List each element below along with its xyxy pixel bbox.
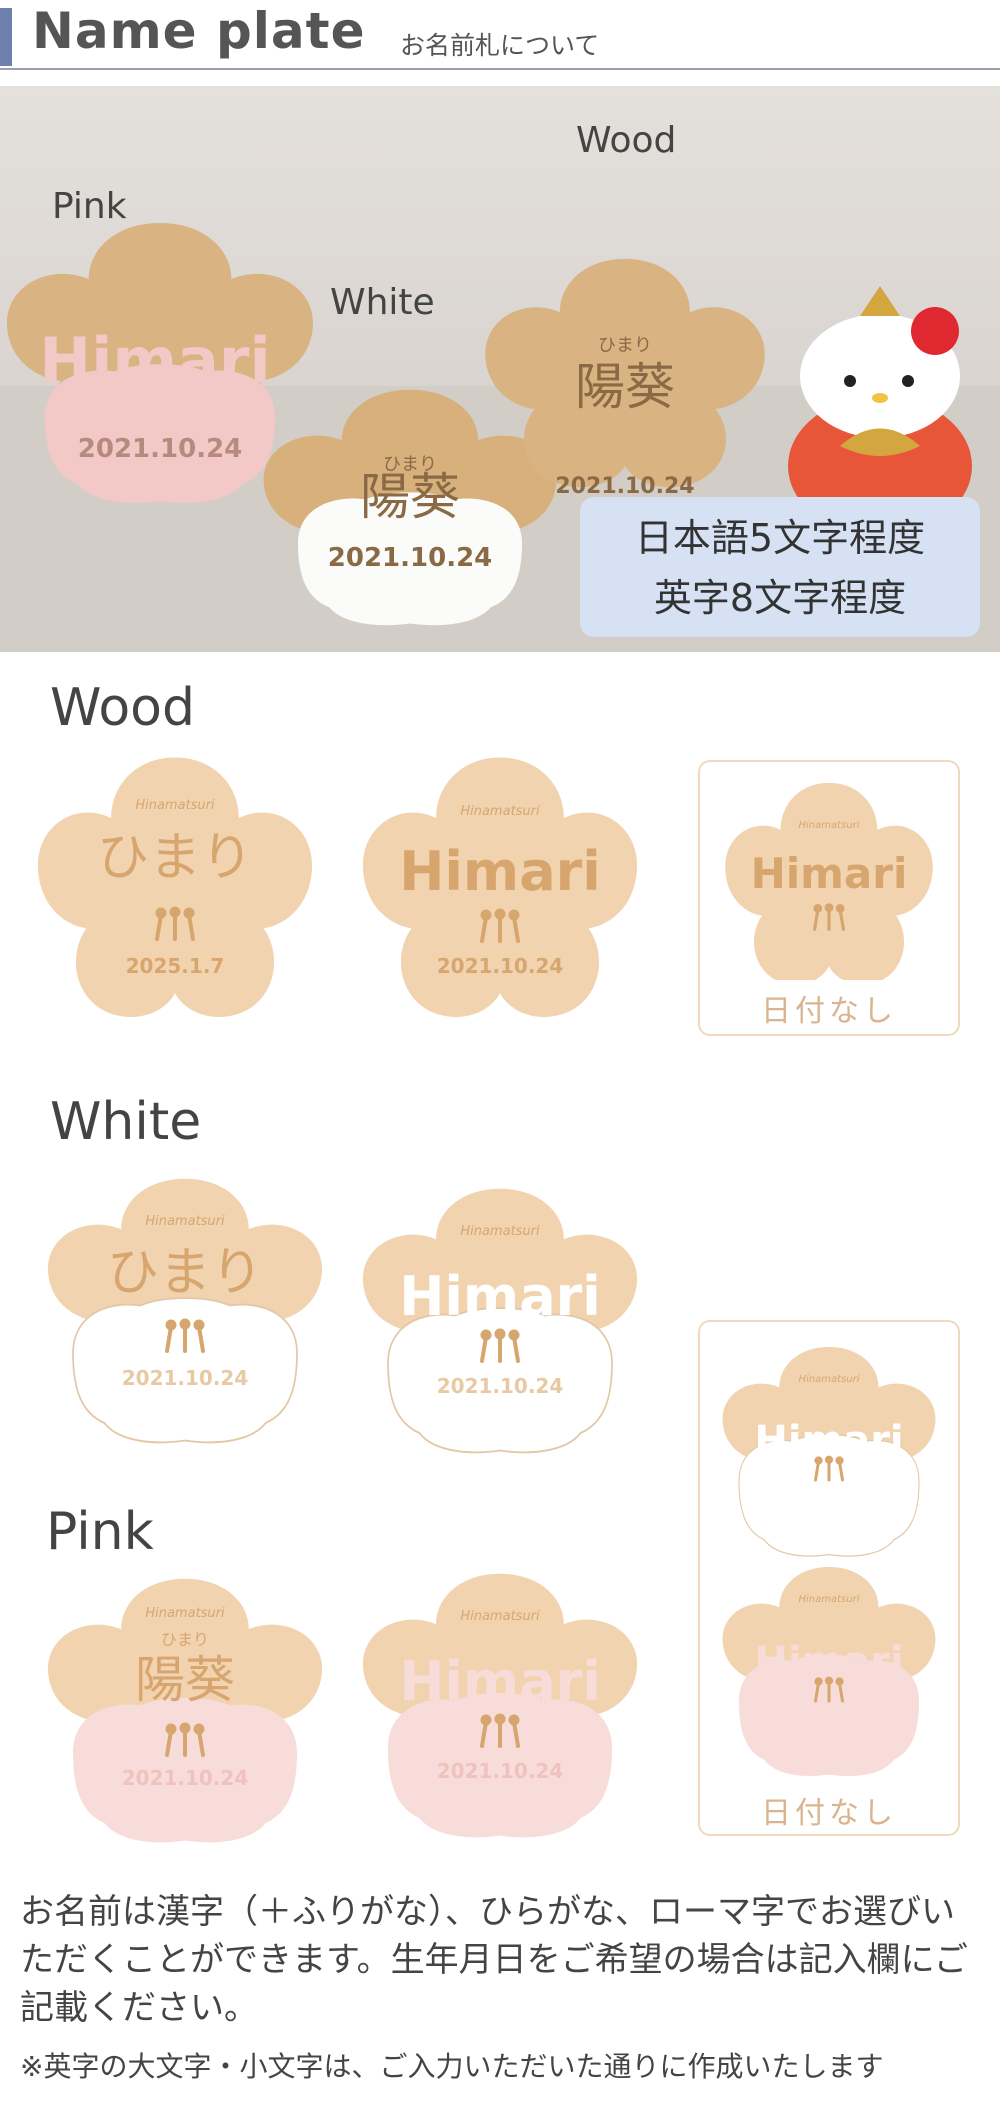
nodate-frame: Hinamatsuri Himari Hinamatsuri Himari 日付… [698, 1320, 960, 1836]
photo-wood-kanji: 陽葵 [575, 358, 675, 416]
wood-plate-hiragana: Hinamatsuri ひまり 2025.1.7 [37, 757, 313, 1017]
plate-date: 2025.1.7 [126, 954, 225, 978]
plate-name: Himari [399, 1650, 601, 1713]
photo-pink-date: 2021.10.24 [78, 434, 242, 464]
case-note-text: ※英字の大文字・小文字は、ご入力いただいた通りに作成いたします [20, 2050, 884, 2083]
plate-script: Hinamatsuri [145, 1606, 225, 1621]
header-accent-bar [0, 8, 12, 66]
white-plate-nodate: Hinamatsuri Himari [722, 1347, 936, 1557]
white-plate-hiragana: Hinamatsuri ひまり 2021.10.24 [47, 1178, 323, 1444]
plate-script: Hinamatsuri [460, 1224, 540, 1239]
plate-script: Hinamatsuri [460, 1609, 540, 1624]
pink-plate-kanji: Hinamatsuri ひまり 陽葵 2021.10.24 [47, 1578, 323, 1843]
photo-white-date: 2021.10.24 [328, 543, 492, 573]
plate-name: ひまり [107, 1243, 263, 1303]
wood-plate-nodate: Hinamatsuri Himari [725, 782, 933, 980]
plate-script: Hinamatsuri [460, 804, 540, 819]
plate-furigana: ひまり [161, 1630, 209, 1649]
wood-plate-roman: Hinamatsuri Himari 2021.10.24 [362, 757, 638, 1017]
plate-script: Hinamatsuri [799, 1374, 860, 1385]
plate-date: 2021.10.24 [437, 1759, 564, 1783]
photo-label-pink: Pink [52, 186, 127, 227]
plate-name: Himari [399, 1265, 601, 1328]
plate-name: ひまり [97, 828, 253, 888]
plate-script: Hinamatsuri [799, 820, 860, 831]
photo-wood-date: 2021.10.24 [555, 474, 694, 499]
plate-date: 2021.10.24 [437, 1374, 564, 1398]
plate-script: Hinamatsuri [799, 1594, 860, 1605]
photo-label-white: White [330, 282, 435, 323]
plate-script: Hinamatsuri [145, 1214, 225, 1229]
header-divider [0, 68, 1000, 70]
plate-name: 陽葵 [135, 1651, 235, 1709]
pink-plate-roman: Hinamatsuri Himari 2021.10.24 [362, 1573, 638, 1838]
photo-white-kanji: 陽葵 [360, 468, 460, 526]
plate-date: 2021.10.24 [122, 1366, 249, 1390]
description-text: お名前は漢字（＋ふりがな）、ひらがな、ローマ字でお選びいただくことができます。生… [20, 1892, 968, 2028]
photo-pink-name: Himari [39, 324, 270, 397]
nodate-label: 日付なし [761, 994, 897, 1029]
plate-date: 2021.10.24 [122, 1766, 249, 1790]
white-plate-roman: Hinamatsuri Himari 2021.10.24 [362, 1188, 638, 1454]
plate-date: 2021.10.24 [437, 954, 564, 978]
photo-label-wood: Wood [576, 120, 677, 161]
plate-script: Hinamatsuri [135, 798, 215, 813]
info-line-english: 英字8文字程度 [653, 576, 907, 620]
plate-name: Himari [399, 840, 601, 903]
page-title: Name plate [32, 2, 366, 60]
section-title-wood: Wood [50, 678, 196, 738]
plate-name: Himari [751, 849, 908, 898]
section-title-pink: Pink [46, 1502, 154, 1562]
wood-nodate-frame: Hinamatsuri Himari 日付なし [698, 760, 960, 1036]
section-title-white: White [50, 1092, 202, 1152]
info-line-japanese: 日本語5文字程度 [634, 516, 926, 560]
photo-wood-furigana: ひまり [598, 335, 652, 356]
page-subtitle: お名前札について [400, 31, 600, 60]
character-limit-box: 日本語5文字程度 英字8文字程度 [580, 497, 980, 637]
pink-plate-nodate: Hinamatsuri Himari [722, 1567, 936, 1777]
nodate-label: 日付なし [761, 1796, 897, 1831]
